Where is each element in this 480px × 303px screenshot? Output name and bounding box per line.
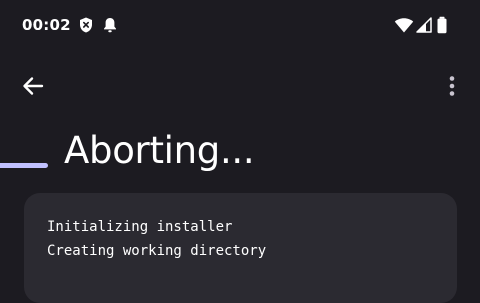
install-log-card: Initializing installer Creating working … <box>24 193 457 303</box>
cell-signal-icon <box>415 16 433 34</box>
bell-icon <box>101 16 119 34</box>
battery-icon <box>435 16 449 34</box>
progress-indicator <box>0 163 48 168</box>
more-options-button[interactable] <box>444 74 460 98</box>
log-line: Creating working directory <box>47 243 267 259</box>
wifi-icon <box>394 16 414 34</box>
progress-bar <box>0 163 480 168</box>
install-log: Initializing installer Creating working … <box>47 215 266 263</box>
status-time: 00:02 <box>22 16 71 34</box>
arrow-left-icon <box>20 74 46 98</box>
more-vert-icon <box>444 74 460 98</box>
back-button[interactable] <box>20 74 46 98</box>
status-bar: 00:02 <box>0 0 480 52</box>
log-line: Initializing installer <box>47 219 233 235</box>
shield-x-icon <box>77 16 95 34</box>
